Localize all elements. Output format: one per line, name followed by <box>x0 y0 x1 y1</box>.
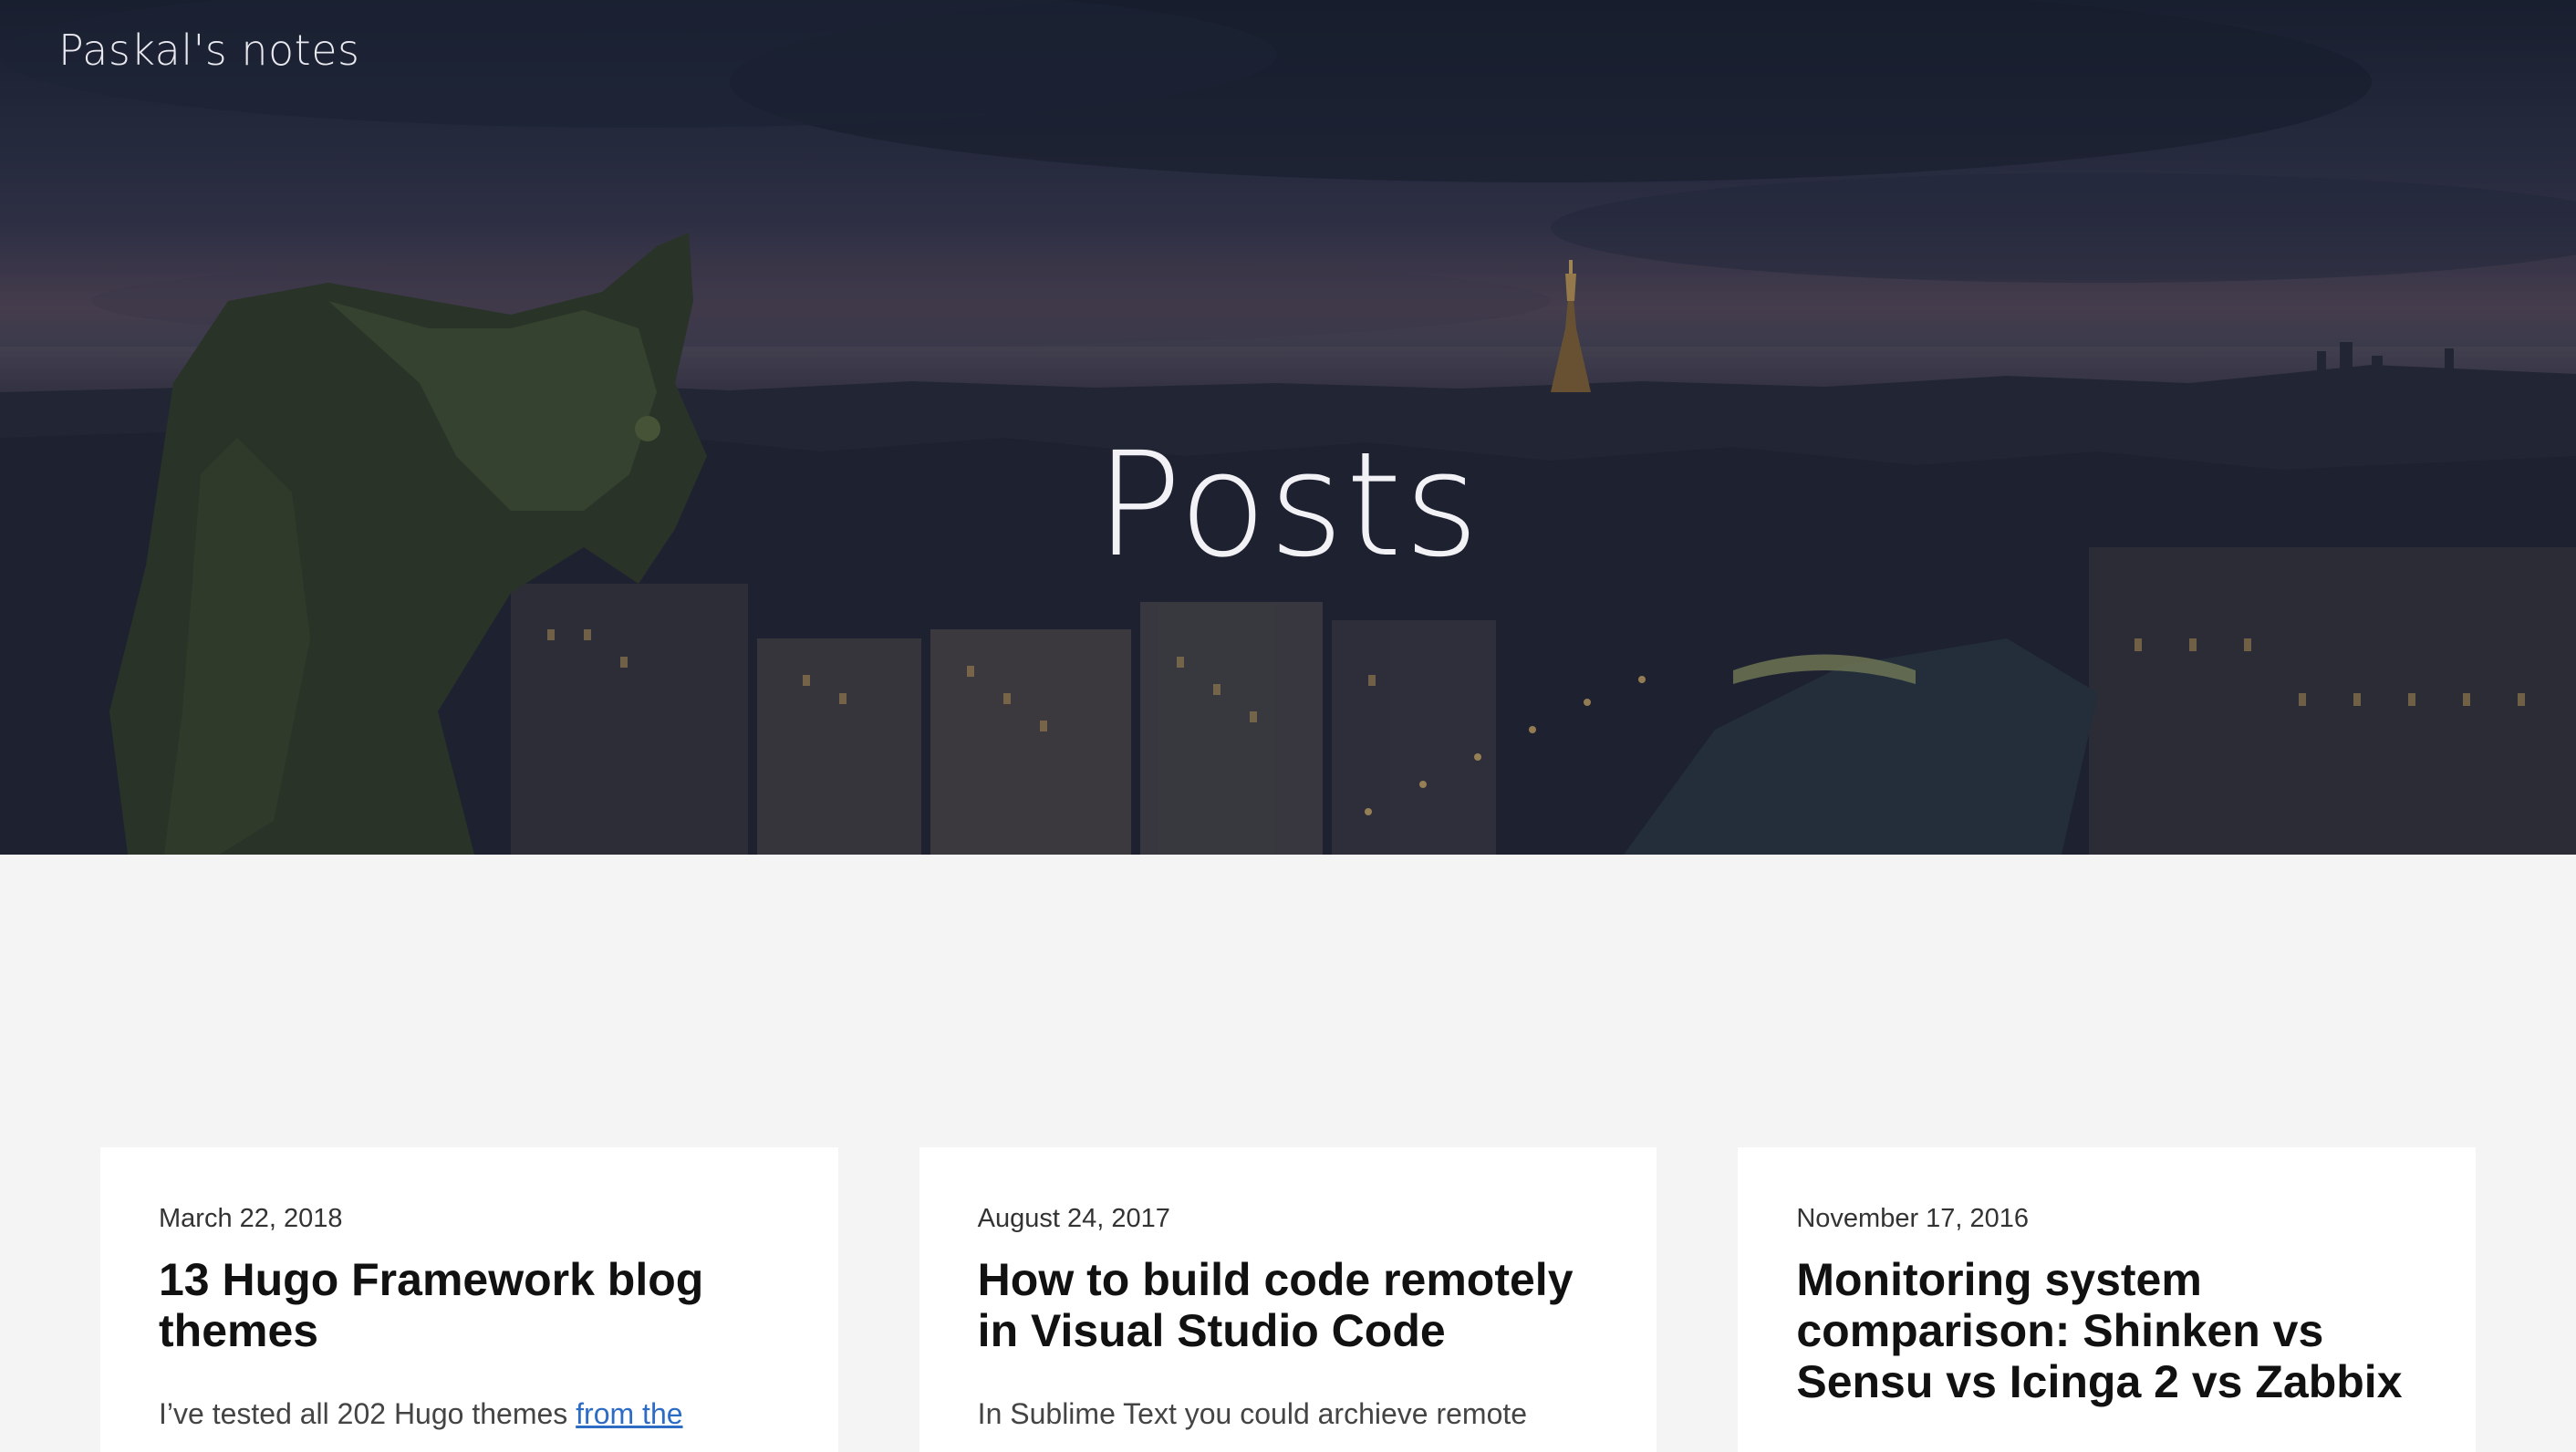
post-title[interactable]: 13 Hugo Framework blog themes <box>159 1254 780 1356</box>
hero-banner: Paskal's notes Posts <box>0 0 2576 855</box>
post-excerpt: In Sublime Text you could archieve remot… <box>978 1389 1599 1438</box>
post-card[interactable]: March 22, 2018 13 Hugo Framework blog th… <box>100 1147 838 1452</box>
post-excerpt: I’ve tested all 202 Hugo themes from the <box>159 1389 780 1438</box>
post-title[interactable]: How to build code remotely in Visual Stu… <box>978 1254 1599 1356</box>
post-card[interactable]: November 17, 2016 Monitoring system comp… <box>1738 1147 2477 1452</box>
post-date: March 22, 2018 <box>159 1204 343 1233</box>
post-card[interactable]: August 24, 2017 How to build code remote… <box>919 1147 1657 1452</box>
post-title[interactable]: Monitoring system comparison: Shinken vs… <box>1796 1254 2417 1407</box>
post-excerpt-text: In Sublime Text you could archieve remot… <box>977 1397 1528 1430</box>
post-excerpt-link[interactable]: from the <box>576 1397 682 1430</box>
page-title: Posts <box>1095 421 1481 589</box>
post-list: March 22, 2018 13 Hugo Framework blog th… <box>100 1147 2477 1452</box>
post-date: August 24, 2017 <box>977 1204 1170 1233</box>
site-title-link[interactable]: Paskal's notes <box>58 26 359 75</box>
post-date: November 17, 2016 <box>1796 1204 2030 1233</box>
post-excerpt-text: I’ve tested all 202 Hugo themes <box>159 1397 576 1430</box>
